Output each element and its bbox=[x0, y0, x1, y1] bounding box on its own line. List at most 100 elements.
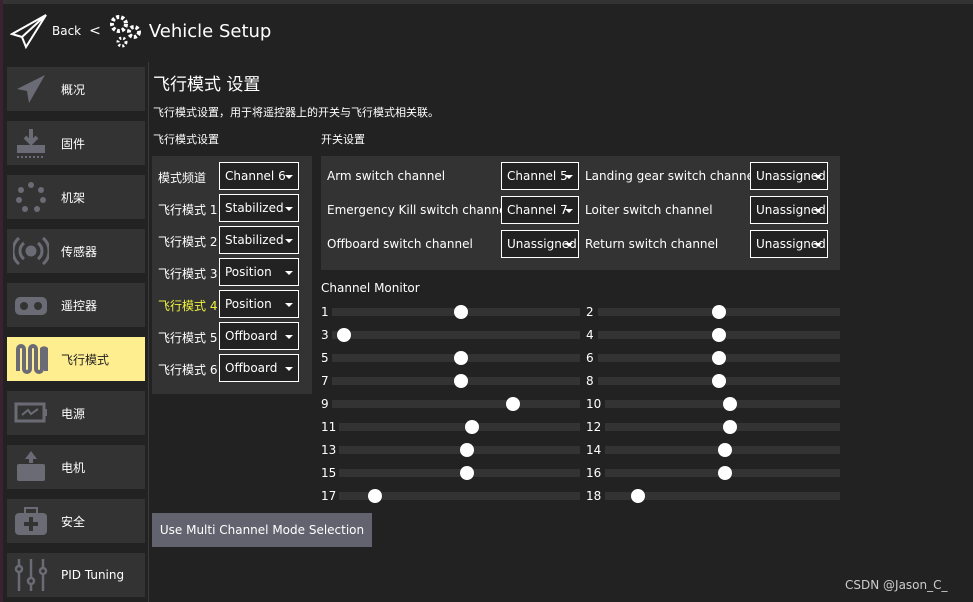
caret-down-icon bbox=[565, 243, 573, 247]
switch-heading: 开关设置 bbox=[321, 133, 365, 146]
flight-mode-label: 飞行模式 2 bbox=[158, 235, 218, 249]
window-top-bar bbox=[0, 0, 973, 4]
switch-channel-select[interactable]: Unassigned bbox=[501, 230, 579, 258]
channel-number: 8 bbox=[586, 374, 594, 388]
motor-icon bbox=[17, 451, 45, 481]
channel-number: 15 bbox=[321, 466, 337, 480]
back-button[interactable]: Back bbox=[52, 24, 81, 38]
caret-down-icon bbox=[285, 335, 293, 339]
header: Back < Vehicle Setup bbox=[10, 12, 271, 50]
sidebar-item-label: 固件 bbox=[61, 136, 86, 151]
sidebar-item-0[interactable]: 概况 bbox=[7, 67, 145, 111]
sensor-icon bbox=[13, 236, 49, 266]
multi-channel-mode-button[interactable]: Use Multi Channel Mode Selection bbox=[152, 513, 372, 547]
sidebar-item-label: 飞行模式 bbox=[61, 352, 110, 367]
caret-down-icon bbox=[285, 175, 293, 179]
channel-indicator bbox=[453, 374, 468, 388]
channel-monitor-title: Channel Monitor bbox=[321, 281, 420, 295]
switch-label: Arm switch channel bbox=[327, 169, 446, 183]
sidebar-item-label: 电源 bbox=[61, 406, 86, 421]
download-icon bbox=[17, 129, 45, 158]
channel-number: 1 bbox=[321, 305, 329, 319]
switch-channel-select[interactable]: Unassigned bbox=[750, 230, 828, 258]
sidebar-item-label: 遥控器 bbox=[61, 298, 98, 313]
gears-icon bbox=[109, 15, 141, 48]
sidebar-item-3[interactable]: 传感器 bbox=[7, 229, 145, 273]
channel-indicator bbox=[630, 489, 645, 503]
sidebar-item-6[interactable]: 电源 bbox=[7, 391, 145, 435]
channel-indicator bbox=[464, 420, 479, 434]
flight-mode-select[interactable]: Stabilized bbox=[219, 194, 299, 222]
radio-icon bbox=[15, 297, 47, 315]
sidebar-item-7[interactable]: 电机 bbox=[7, 445, 145, 489]
channel-track bbox=[339, 423, 580, 431]
sidebar-item-label: 安全 bbox=[61, 514, 86, 529]
flight-mode-label: 飞行模式 5 bbox=[158, 331, 218, 345]
channel-indicator bbox=[712, 305, 726, 319]
channel-number: 4 bbox=[586, 328, 594, 342]
caret-down-icon bbox=[285, 207, 293, 211]
channel-number: 10 bbox=[586, 397, 602, 411]
caret-down-icon bbox=[285, 239, 293, 243]
switch-label: Return switch channel bbox=[585, 237, 719, 251]
flight-mode-select[interactable]: Position bbox=[219, 258, 299, 286]
channel-number: 18 bbox=[586, 489, 602, 503]
sidebar-item-label: 电机 bbox=[61, 460, 86, 475]
caret-down-icon bbox=[285, 367, 293, 371]
flight-modes-icon bbox=[16, 344, 48, 374]
sidebar-item-9[interactable]: PID Tuning bbox=[7, 553, 145, 597]
flight-mode-label: 飞行模式 3 bbox=[158, 267, 218, 281]
channel-number: 12 bbox=[586, 420, 602, 434]
flight-mode-select[interactable]: Offboard bbox=[219, 322, 299, 350]
page-header-title: Vehicle Setup bbox=[148, 20, 272, 42]
channel-indicator bbox=[453, 305, 468, 319]
channel-indicator bbox=[337, 328, 352, 342]
caret-down-icon bbox=[285, 271, 293, 275]
select-value: Channel 6 bbox=[225, 169, 286, 183]
sidebar-item-4[interactable]: 遥控器 bbox=[7, 283, 145, 327]
channel-track bbox=[332, 400, 580, 408]
sidebar-item-label: PID Tuning bbox=[61, 568, 125, 582]
select-value: Stabilized bbox=[225, 201, 284, 215]
channel-indicator bbox=[712, 351, 726, 365]
sidebar-item-5[interactable]: 飞行模式 bbox=[7, 337, 145, 381]
channel-number: 2 bbox=[586, 305, 594, 319]
channel-number: 5 bbox=[321, 351, 329, 365]
sidebar-item-label: 机架 bbox=[61, 190, 86, 205]
sidebar-item-8[interactable]: 安全 bbox=[7, 499, 145, 543]
switch-channel-select[interactable]: Unassigned bbox=[750, 196, 828, 224]
flight-mode-select[interactable]: Stabilized bbox=[219, 226, 299, 254]
sidebar-item-1[interactable]: 固件 bbox=[7, 121, 145, 165]
airframe-icon bbox=[16, 182, 46, 212]
flight-mode-label: 飞行模式 4 bbox=[158, 299, 218, 313]
channel-number: 17 bbox=[321, 489, 337, 503]
select-value: Channel 5 bbox=[507, 169, 568, 183]
mode-channel-select[interactable]: Channel 6 bbox=[219, 162, 299, 190]
breadcrumb-separator: < bbox=[89, 23, 101, 39]
channel-track bbox=[332, 331, 580, 339]
channel-indicator bbox=[368, 489, 383, 503]
switch-label: Landing gear switch channel bbox=[585, 169, 758, 183]
switch-channel-select[interactable]: Channel 5 bbox=[501, 162, 579, 190]
channel-number: 16 bbox=[586, 466, 602, 480]
channel-number: 14 bbox=[586, 443, 602, 457]
flight-modes-heading: 飞行模式设置 bbox=[153, 133, 219, 146]
switch-channel-select[interactable]: Channel 7 bbox=[501, 196, 579, 224]
caret-down-icon bbox=[565, 175, 573, 179]
channel-indicator bbox=[717, 443, 732, 457]
paper-plane-icon[interactable] bbox=[10, 13, 48, 49]
flight-mode-select[interactable]: Position bbox=[219, 290, 299, 318]
channel-number: 6 bbox=[586, 351, 594, 365]
flight-mode-select[interactable]: Offboard bbox=[219, 354, 299, 382]
channel-number: 9 bbox=[321, 397, 329, 411]
channel-indicator bbox=[722, 420, 737, 434]
sidebar-item-2[interactable]: 机架 bbox=[7, 175, 145, 219]
caret-down-icon bbox=[565, 209, 573, 213]
safety-icon bbox=[15, 507, 47, 535]
channel-number: 11 bbox=[321, 420, 337, 434]
window-edge bbox=[0, 0, 3, 602]
switch-label: Emergency Kill switch channel bbox=[327, 203, 510, 217]
caret-down-icon bbox=[814, 175, 822, 179]
switch-channel-select[interactable]: Unassigned bbox=[750, 162, 828, 190]
select-value: Channel 7 bbox=[507, 203, 568, 217]
